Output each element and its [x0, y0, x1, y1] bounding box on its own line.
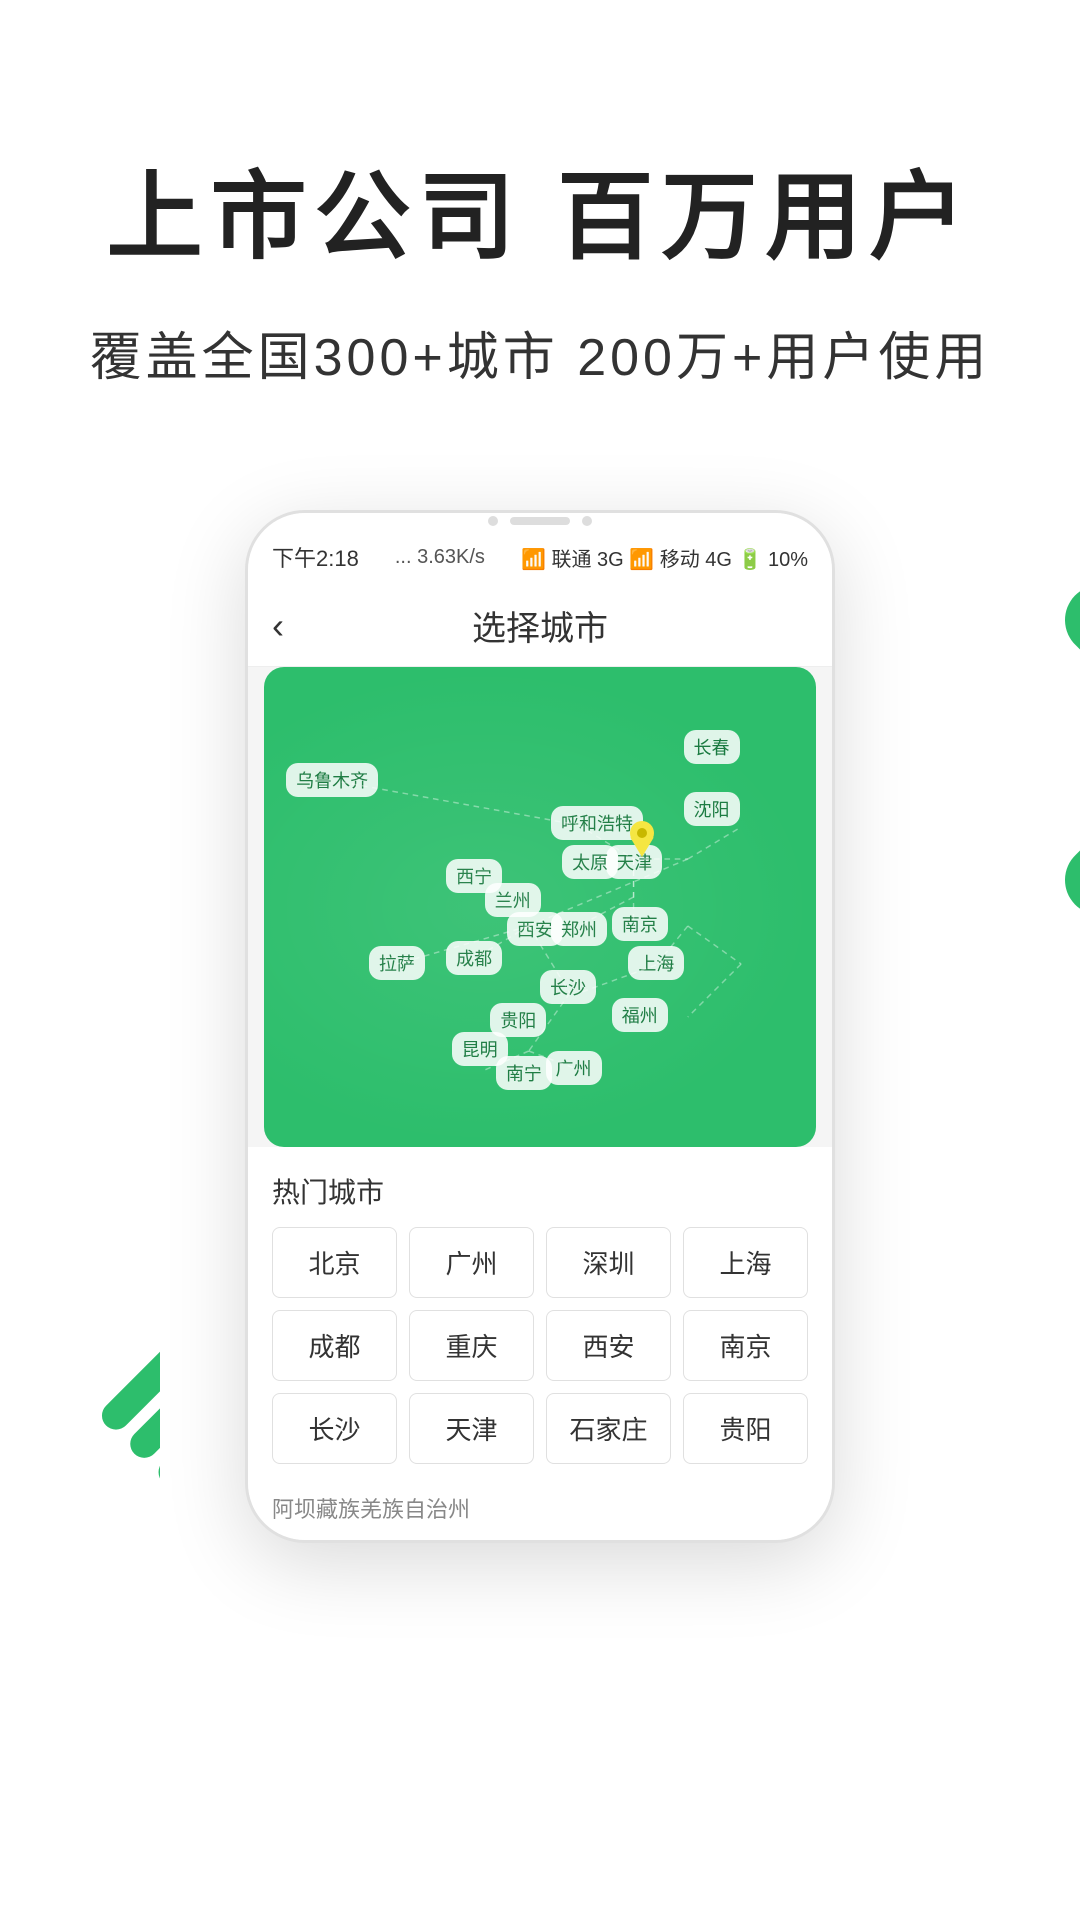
city-btn-shijiazhuang[interactable]: 石家庄 — [546, 1393, 671, 1464]
status-info: ... 3.63K/s — [395, 546, 485, 569]
phone-dot-2 — [582, 516, 592, 526]
city-btn-guiyang[interactable]: 贵阳 — [683, 1393, 808, 1464]
nav-bar: ‹ 选择城市 — [248, 585, 832, 667]
page-title: 选择城市 — [472, 601, 608, 650]
city-btn-beijing[interactable]: 北京 — [272, 1227, 397, 1298]
city-btn-chengdu[interactable]: 成都 — [272, 1310, 397, 1381]
back-button[interactable]: ‹ — [272, 605, 284, 647]
status-bar: 下午2:18 ... 3.63K/s 📶 联通 3G 📶 移动 4G 🔋 10% — [248, 529, 832, 585]
map-area[interactable]: 乌鲁木齐 长春 沈阳 呼和浩特 天津 西宁 兰州 太原 西安 郑州 南京 上海 … — [264, 667, 816, 1147]
city-btn-shanghai[interactable]: 上海 — [683, 1227, 808, 1298]
phone-dots — [488, 516, 592, 526]
status-carrier: 📶 联通 3G 📶 移动 4G 🔋 10% — [521, 543, 808, 572]
city-btn-guangzhou[interactable]: 广州 — [409, 1227, 534, 1298]
city-btn-changsha[interactable]: 长沙 — [272, 1393, 397, 1464]
hot-cities-title: 热门城市 — [272, 1171, 808, 1211]
phone-speaker — [510, 517, 570, 525]
hot-cities-section: 热门城市 北京 广州 深圳 上海 成都 重庆 西安 南京 长沙 天津 石家庄 贵… — [248, 1147, 832, 1476]
phone-section: 下午2:18 ... 3.63K/s 📶 联通 3G 📶 移动 4G 🔋 10%… — [0, 510, 1080, 1583]
deco-arc — [890, 590, 1080, 915]
phone-top-bar — [248, 513, 832, 529]
top-section: 上市公司 百万用户 覆盖全国300+城市 200万+用户使用 — [0, 0, 1080, 450]
phone-dot-1 — [488, 516, 498, 526]
sub-title: 覆盖全国300+城市 200万+用户使用 — [80, 315, 1000, 390]
phone-frame: 下午2:18 ... 3.63K/s 📶 联通 3G 📶 移动 4G 🔋 10%… — [245, 510, 835, 1543]
status-time: 下午2:18 — [272, 541, 359, 573]
city-btn-nanjing[interactable]: 南京 — [683, 1310, 808, 1381]
map-pin — [628, 821, 656, 862]
status-icons: 📶 联通 3G 📶 移动 4G 🔋 10% — [521, 549, 808, 571]
main-title: 上市公司 百万用户 — [80, 160, 1000, 275]
city-grid: 北京 广州 深圳 上海 成都 重庆 西安 南京 长沙 天津 石家庄 贵阳 — [272, 1227, 808, 1476]
city-btn-chongqing[interactable]: 重庆 — [409, 1310, 534, 1381]
city-btn-shenzhen[interactable]: 深圳 — [546, 1227, 671, 1298]
bottom-hint: 阿坝藏族羌族自治州 — [248, 1476, 832, 1540]
bottom-hint-text: 阿坝藏族羌族自治州 — [272, 1497, 470, 1522]
city-btn-xian[interactable]: 西安 — [546, 1310, 671, 1381]
map-connections — [264, 667, 816, 1147]
city-btn-tianjin[interactable]: 天津 — [409, 1393, 534, 1464]
deco-stripes — [0, 1263, 160, 1583]
